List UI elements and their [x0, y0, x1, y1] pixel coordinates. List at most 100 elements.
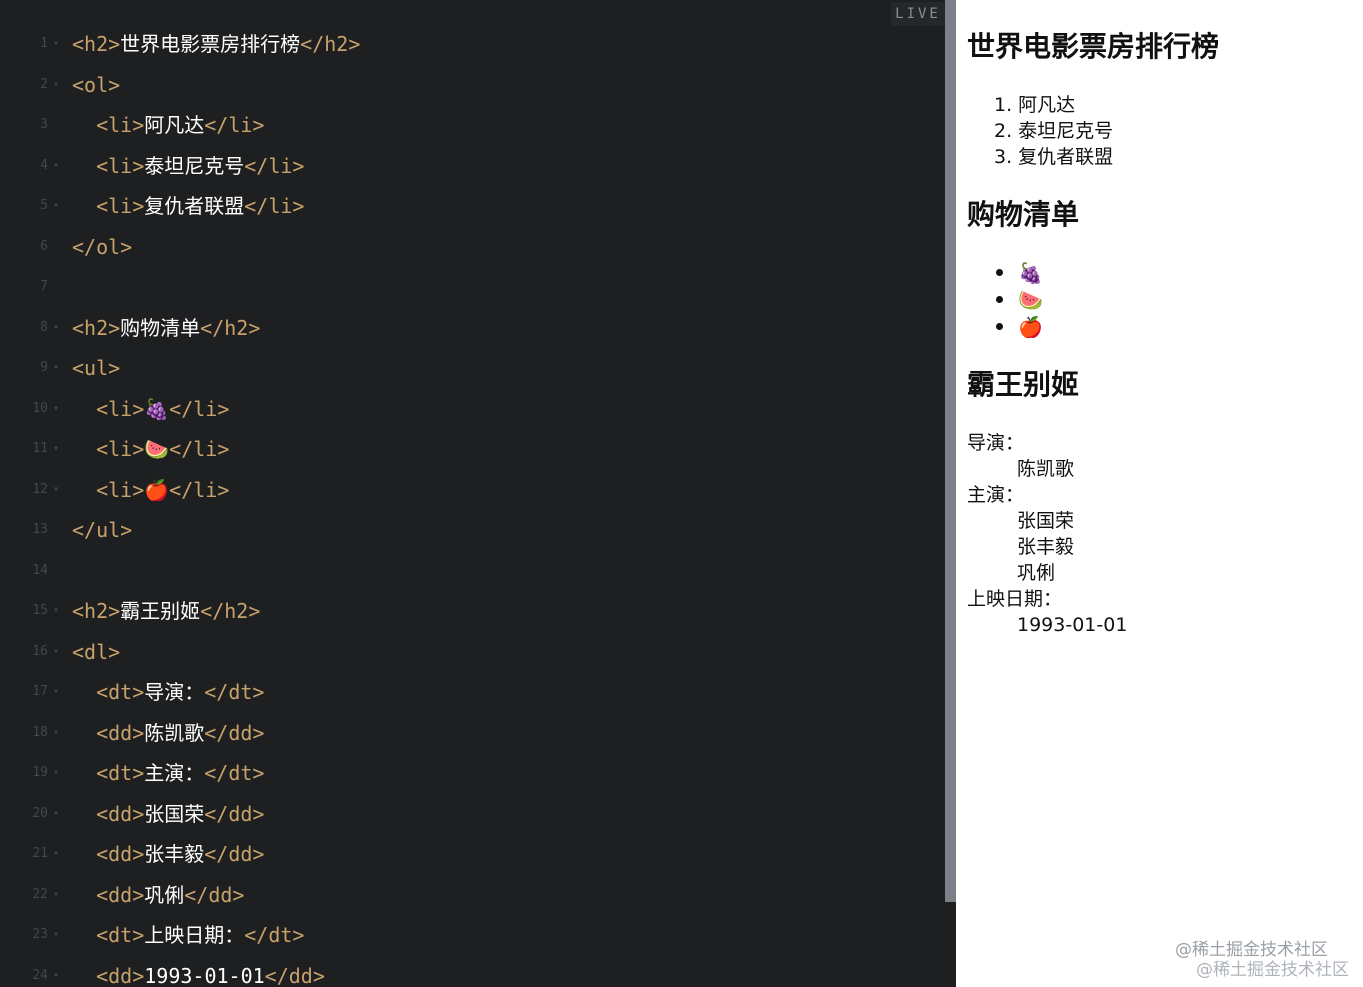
- line-number: 5: [40, 198, 48, 213]
- fold-arrow-icon[interactable]: ▾: [53, 470, 59, 510]
- fold-arrow-icon[interactable]: ▾: [53, 429, 59, 469]
- code-tag-token: </li>: [204, 113, 265, 137]
- fold-arrow-icon[interactable]: ▾: [53, 915, 59, 955]
- code-tag-token: </li>: [244, 153, 305, 178]
- code-line[interactable]: 11 ▾ <li>🍉</li>: [0, 429, 945, 469]
- code-tag-token: <dt>: [72, 923, 145, 947]
- fold-arrow-icon[interactable]: ▾: [53, 389, 59, 429]
- code-tag-token: </dd>: [184, 882, 245, 907]
- fold-arrow-icon[interactable]: ▾: [53, 794, 59, 834]
- line-number: 11: [32, 441, 48, 456]
- code-line[interactable]: 13 </ul>: [0, 510, 945, 550]
- fold-arrow-icon[interactable]: ▾: [53, 186, 59, 226]
- code-tag-token: <h2>: [72, 315, 121, 340]
- live-badge[interactable]: LIVE: [891, 2, 945, 26]
- dl-desc: 1993-01-01: [1017, 614, 1128, 636]
- code-line[interactable]: 1 ▾ <h2>世界电影票房排行榜</h2>: [0, 24, 945, 64]
- code-content: <h2>世界电影票房排行榜</h2>: [72, 24, 360, 64]
- code-text-token: 张国荣: [144, 801, 205, 826]
- code-line[interactable]: 18 ▾ <dd>陈凯歌</dd>: [0, 713, 945, 753]
- pane-splitter[interactable]: [945, 0, 956, 902]
- code-text-token: 霸王别姬: [120, 599, 201, 623]
- code-text-token: 巩俐: [144, 882, 185, 907]
- code-line[interactable]: 2 ▾ <ol>: [0, 65, 945, 105]
- code-text-token: 1993-01-01: [144, 963, 265, 987]
- line-number: 2: [40, 76, 48, 92]
- line-number: 24: [32, 967, 48, 983]
- code-line[interactable]: 14: [0, 551, 945, 591]
- line-number: 20: [32, 805, 48, 821]
- code-text-token: 上映日期：: [144, 923, 245, 947]
- code-content: <ol>: [72, 65, 120, 105]
- code-line[interactable]: 7: [0, 267, 945, 307]
- fold-arrow-icon[interactable]: ▾: [53, 713, 59, 753]
- code-line[interactable]: 10 ▾ <li>🍇</li>: [0, 389, 945, 429]
- fold-arrow-icon[interactable]: ▾: [53, 632, 59, 672]
- dl-term: 上映日期：: [967, 588, 1063, 610]
- line-number: 10: [32, 400, 48, 416]
- code-line[interactable]: 20 ▾ <dd>张国荣</dd>: [0, 794, 945, 834]
- fold-arrow-icon[interactable]: ▾: [53, 65, 59, 105]
- fold-arrow-icon[interactable]: ▾: [53, 146, 59, 186]
- line-number: 12: [32, 481, 48, 497]
- fold-arrow-icon[interactable]: ▾: [53, 753, 59, 793]
- fold-arrow-icon[interactable]: ▾: [53, 834, 59, 874]
- code-content: <li>复仇者联盟</li>: [72, 186, 304, 226]
- code-text-token: 🍇: [144, 396, 170, 421]
- fold-arrow-icon[interactable]: ▾: [53, 591, 59, 631]
- code-line[interactable]: 3 <li>阿凡达</li>: [0, 105, 945, 145]
- code-tag-token: </dt>: [204, 680, 265, 704]
- code-tag-token: <dd>: [72, 720, 145, 745]
- watermark-text: @稀土掘金技术社区: [1175, 940, 1328, 960]
- code-line[interactable]: 19 ▾ <dt>主演：</dt>: [0, 753, 945, 793]
- code-line[interactable]: 9 ▾ <ul>: [0, 348, 945, 388]
- code-content: <li>泰坦尼克号</li>: [72, 146, 304, 186]
- dl-desc: 陈凯歌: [1017, 458, 1075, 480]
- code-tag-token: </h2>: [200, 599, 261, 623]
- code-line[interactable]: 5 ▾ <li>复仇者联盟</li>: [0, 186, 945, 226]
- preview-heading-farewell: 霸王别姬: [967, 368, 1080, 401]
- code-tag-token: <dl>: [72, 639, 121, 664]
- code-line[interactable]: 24 ▾ <dd>1993-01-01</dd>: [0, 956, 945, 987]
- code-line[interactable]: 6 </ol>: [0, 227, 945, 267]
- code-content: <dl>: [72, 632, 120, 672]
- watermelon-icon: 🍉: [1018, 288, 1043, 312]
- code-line[interactable]: 8 ▾ <h2>购物清单</h2>: [0, 308, 945, 348]
- dl-desc: 张国荣: [1017, 510, 1075, 532]
- ol-item: 3. 复仇者联盟: [994, 146, 1114, 168]
- line-number: 8: [40, 319, 48, 335]
- code-tag-token: </ul>: [72, 518, 133, 542]
- code-tag-token: <dd>: [72, 882, 145, 907]
- dl-term: 主演：: [967, 484, 1025, 506]
- fold-arrow-icon[interactable]: ▾: [53, 24, 59, 64]
- code-line[interactable]: 16 ▾ <dl>: [0, 632, 945, 672]
- code-content: <dt>导演：</dt>: [72, 672, 264, 712]
- code-text-token: 主演：: [144, 761, 205, 785]
- apple-icon: 🍎: [1018, 315, 1043, 339]
- code-content: <dd>巩俐</dd>: [72, 875, 244, 915]
- fold-arrow-icon[interactable]: ▾: [53, 348, 59, 388]
- code-tag-token: <h2>: [72, 32, 121, 56]
- code-tag-token: <ol>: [72, 72, 121, 97]
- code-content: <li>🍇</li>: [72, 389, 229, 429]
- fold-arrow-icon[interactable]: ▾: [53, 875, 59, 915]
- line-number: 7: [40, 279, 48, 294]
- code-line[interactable]: 22 ▾ <dd>巩俐</dd>: [0, 875, 945, 915]
- preview-heading-box-office: 世界电影票房排行榜: [967, 30, 1220, 63]
- code-line[interactable]: 17 ▾ <dt>导演：</dt>: [0, 672, 945, 712]
- code-tag-token: </dt>: [244, 923, 305, 947]
- code-tag-token: </li>: [169, 437, 230, 461]
- fold-arrow-icon[interactable]: ▾: [53, 956, 59, 987]
- code-line[interactable]: 21 ▾ <dd>张丰毅</dd>: [0, 834, 945, 874]
- code-content: <dd>1993-01-01</dd>: [72, 956, 325, 987]
- code-tag-token: <li>: [72, 396, 145, 421]
- code-line[interactable]: 15 ▾ <h2>霸王别姬</h2>: [0, 591, 945, 631]
- line-number: 6: [40, 238, 48, 254]
- code-line[interactable]: 23 ▾ <dt>上映日期：</dt>: [0, 915, 945, 955]
- fold-arrow-icon[interactable]: ▾: [53, 308, 59, 348]
- line-number: 21: [32, 846, 48, 861]
- code-editor[interactable]: LIVE 1 ▾ <h2>世界电影票房排行榜</h2> 2 ▾ <ol> 3 <li>阿凡达…: [0, 0, 945, 987]
- fold-arrow-icon[interactable]: ▾: [53, 672, 59, 712]
- code-line[interactable]: 4 ▾ <li>泰坦尼克号</li>: [0, 146, 945, 186]
- code-line[interactable]: 12 ▾ <li>🍎</li>: [0, 470, 945, 510]
